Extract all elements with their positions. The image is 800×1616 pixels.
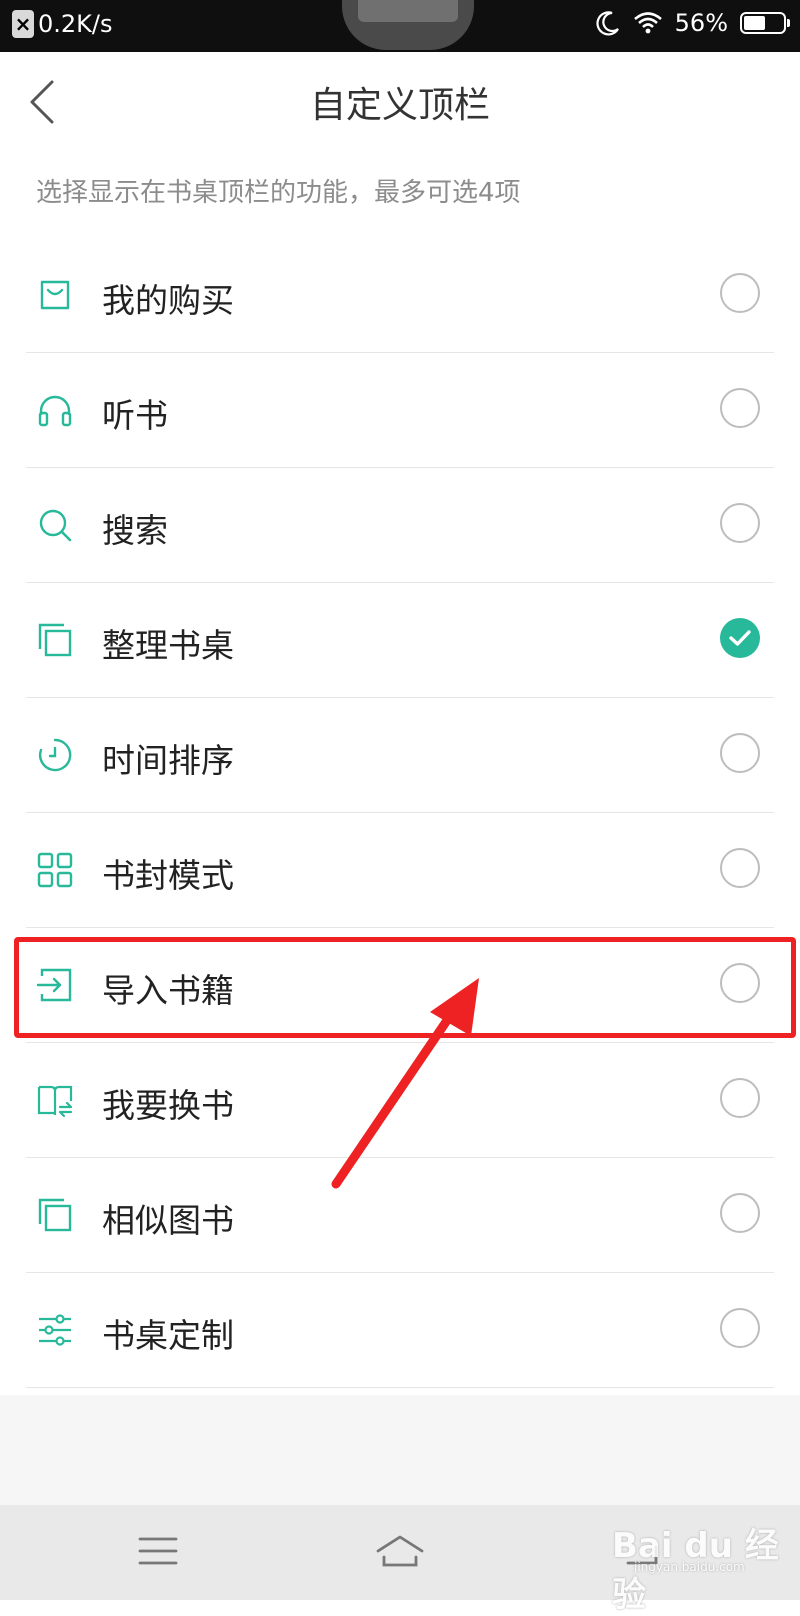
home-icon bbox=[376, 1535, 424, 1567]
check-icon bbox=[729, 630, 751, 646]
select-radio[interactable] bbox=[720, 733, 760, 773]
watermark: Bai du 经验 jingyan.baidu.com bbox=[612, 1518, 800, 1616]
select-radio[interactable] bbox=[720, 1193, 760, 1233]
select-radio[interactable] bbox=[720, 1078, 760, 1118]
item-label: 时间排序 bbox=[102, 741, 234, 780]
headphones-icon bbox=[38, 395, 72, 427]
watermark-url: jingyan.baidu.com bbox=[634, 1560, 745, 1574]
list-item[interactable]: 整理书桌 bbox=[0, 583, 800, 698]
item-label: 搜索 bbox=[102, 511, 168, 550]
network-speed: 0.2K/s bbox=[38, 10, 113, 38]
item-label: 相似图书 bbox=[102, 1201, 234, 1240]
select-radio[interactable] bbox=[720, 1308, 760, 1348]
status-left: × 0.2K/s bbox=[12, 10, 113, 38]
list-item[interactable]: 书桌定制 bbox=[0, 1273, 800, 1388]
item-label: 导入书籍 bbox=[102, 971, 234, 1010]
item-label: 听书 bbox=[102, 396, 168, 435]
copy-icon bbox=[38, 623, 72, 657]
empty-area bbox=[0, 1395, 800, 1505]
camera-notch bbox=[342, 0, 474, 50]
header: 自定义顶栏 bbox=[0, 52, 800, 152]
item-label: 我的购买 bbox=[102, 281, 234, 320]
copy-icon bbox=[38, 1198, 72, 1232]
home-button[interactable] bbox=[374, 1531, 424, 1571]
item-label: 我要换书 bbox=[102, 1086, 234, 1125]
sliders-icon bbox=[39, 1314, 71, 1346]
list-item[interactable]: 相似图书 bbox=[0, 1158, 800, 1273]
item-label: 书桌定制 bbox=[102, 1316, 234, 1355]
clock-icon bbox=[38, 738, 72, 772]
battery-percent: 56% bbox=[674, 9, 728, 37]
battery-fill bbox=[744, 16, 766, 30]
select-radio[interactable] bbox=[720, 503, 760, 543]
feature-list: 我的购买 听书 搜索 整理书桌 时间排序 书封模式 导入书籍 我要换书 相似图书… bbox=[0, 238, 800, 1388]
item-label: 书封模式 bbox=[102, 856, 234, 895]
close-icon: × bbox=[12, 10, 34, 38]
wifi-icon bbox=[633, 12, 662, 34]
list-item[interactable]: 搜索 bbox=[0, 468, 800, 583]
status-right: 56% bbox=[595, 9, 790, 37]
page-title: 自定义顶栏 bbox=[309, 85, 490, 126]
select-radio[interactable] bbox=[720, 273, 760, 313]
list-item[interactable]: 书封模式 bbox=[0, 813, 800, 928]
select-radio-checked[interactable] bbox=[720, 618, 760, 658]
instruction-text: 选择显示在书桌顶栏的功能，最多可选4项 bbox=[36, 178, 521, 208]
list-item[interactable]: 导入书籍 bbox=[0, 928, 800, 1043]
moon-icon bbox=[596, 11, 619, 36]
book-swap-icon bbox=[37, 1085, 73, 1118]
select-radio[interactable] bbox=[720, 388, 760, 428]
status-bar: × 0.2K/s 56% bbox=[0, 0, 800, 52]
menu-icon bbox=[138, 1537, 178, 1565]
list-item[interactable]: 听书 bbox=[0, 353, 800, 468]
list-item[interactable]: 我要换书 bbox=[0, 1043, 800, 1158]
item-label: 整理书桌 bbox=[102, 626, 234, 665]
search-icon bbox=[39, 509, 72, 542]
list-item[interactable]: 时间排序 bbox=[0, 698, 800, 813]
menu-button[interactable] bbox=[134, 1531, 182, 1571]
import-icon bbox=[36, 968, 72, 1002]
shopping-bag-icon bbox=[40, 280, 70, 310]
grid-icon bbox=[37, 852, 73, 888]
battery-icon bbox=[740, 12, 790, 34]
select-radio[interactable] bbox=[720, 963, 760, 1003]
select-radio[interactable] bbox=[720, 848, 760, 888]
list-item[interactable]: 我的购买 bbox=[0, 238, 800, 353]
